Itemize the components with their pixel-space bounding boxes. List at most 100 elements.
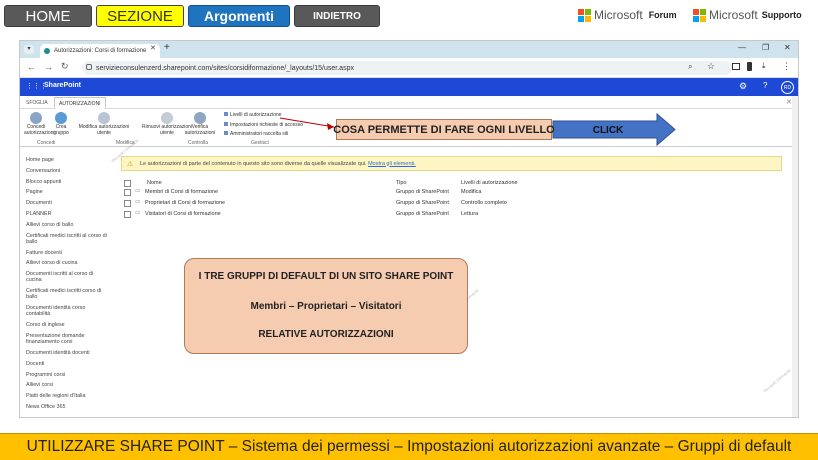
sezione-button[interactable]: SEZIONE	[96, 5, 184, 27]
microsoft-support-brand: Microsoft	[709, 8, 758, 22]
settings-gear-icon[interactable]: ⚙	[739, 81, 747, 92]
new-tab-icon[interactable]: +	[164, 42, 170, 53]
group-name[interactable]: Visitatori di Corsi di formazione	[145, 211, 221, 217]
microsoft-forum-brand: Microsoft	[594, 8, 643, 22]
url-text: servizieconsulenzerd.sharepoint.com/site…	[96, 64, 354, 72]
browser-menu-icon[interactable]: ⋮	[782, 61, 791, 72]
callout-line-2: Membri – Proprietari – Visitatori	[250, 301, 402, 312]
livelli-autorizzazione-button[interactable]: Livelli di autorizzazione	[224, 112, 281, 119]
bookmark-star-icon[interactable]: ☆	[707, 61, 715, 72]
tab-menu-icon[interactable]: ▾	[24, 45, 34, 54]
sidebar-item[interactable]: Allievi corso di cucina	[26, 260, 108, 266]
tab-autorizzazioni[interactable]: AUTORIZZAZIONI	[54, 97, 106, 109]
row-checkbox[interactable]	[124, 200, 131, 207]
group-controlla: Controlla	[188, 140, 209, 146]
sharepoint-suite-bar: ⋮⋮⋮ SharePoint ⚙ ? RD	[20, 78, 798, 96]
sidebar-item[interactable]: Allievi corso di ballo	[26, 222, 108, 228]
browser-tab-bar: ▾ Autorizzazioni: Corsi di formazione ✕ …	[20, 41, 798, 58]
minimize-icon[interactable]: —	[738, 43, 746, 52]
concedi-autorizzazioni-button[interactable]: Concedi autorizzazioni	[24, 112, 55, 136]
group-type: Gruppo di SharePoint	[396, 189, 449, 195]
zoom-icon[interactable]: ⌕	[688, 62, 692, 72]
sidebar-item[interactable]: PLANNER	[26, 211, 108, 217]
sidebar-item[interactable]: Programmi corsi	[26, 372, 108, 378]
permissions-warning-banner: ⚠ Le autorizzazioni di parte del contenu…	[121, 156, 782, 171]
left-navigation: Home page Conversazioni Blocco appunti Pagi…	[26, 157, 108, 415]
row-icon: ▭	[135, 199, 141, 205]
download-icon[interactable]: ⤓	[762, 61, 766, 71]
indietro-button[interactable]: INDIETRO	[294, 5, 380, 27]
sidebar-item[interactable]: Blocco appunti	[26, 179, 108, 185]
column-header-type[interactable]: Tipo	[396, 180, 407, 186]
argomenti-button[interactable]: Argomenti	[188, 5, 290, 27]
site-info-icon[interactable]	[86, 64, 92, 70]
tab-close-icon[interactable]: ✕	[150, 44, 156, 52]
group-name[interactable]: Membri di Corsi di formazione	[145, 189, 218, 195]
column-header-name[interactable]: Nome	[147, 180, 162, 186]
browser-window: ▾ Autorizzazioni: Corsi di formazione ✕ …	[19, 40, 799, 418]
sharepoint-title[interactable]: SharePoint	[44, 82, 81, 89]
permission-levels-icon	[224, 112, 228, 116]
verifica-autorizzazioni-button[interactable]: Verifica autorizzazioni	[182, 112, 218, 136]
row-icon: ▭	[135, 188, 141, 194]
reload-icon[interactable]: ↻	[61, 61, 69, 72]
sidebar-item[interactable]: Documenti identità docenti	[26, 350, 108, 356]
impostazioni-label: Impostazioni richieste di accesso	[230, 122, 304, 128]
select-all-checkbox[interactable]	[124, 180, 131, 187]
sidebar-item[interactable]: Allievi corsi	[26, 382, 108, 388]
sidebar-item[interactable]: Home page	[26, 157, 108, 163]
microsoft-support-label: Supporto	[761, 10, 802, 20]
microsoft-support-link[interactable]: Microsoft Supporto	[693, 8, 802, 22]
remove-permissions-icon	[161, 112, 173, 124]
sidebar-item[interactable]: Docenti	[26, 361, 108, 367]
sidebar-item[interactable]: Documenti iscritti al corso di cucina	[26, 271, 108, 283]
group-gestisci: Gestisci	[251, 140, 269, 146]
group-level: Controllo completo	[461, 200, 507, 206]
sidebar-item[interactable]: Piatti delle regioni d'Italia	[26, 393, 108, 399]
modifica-autorizzazioni-button[interactable]: Modifica autorizzazioni utente	[74, 112, 134, 136]
sidebar-item[interactable]: Documenti	[26, 200, 108, 206]
impostazioni-richieste-button[interactable]: Impostazioni richieste di accesso	[224, 122, 303, 129]
livello-callout: COSA PERMETTE DI FARE OGNI LIVELLO	[333, 119, 555, 140]
help-icon[interactable]: ?	[763, 81, 767, 90]
callout-line-3: RELATIVE AUTORIZZAZIONI	[258, 329, 394, 340]
reading-mode-icon[interactable]	[732, 63, 740, 70]
close-window-icon[interactable]: ✕	[784, 43, 791, 52]
ribbon-tabs: SFOGLIA AUTORIZZAZIONI ✕	[20, 96, 798, 109]
forward-icon[interactable]: →	[44, 62, 53, 72]
crea-gruppo-button[interactable]: Crea gruppo	[52, 112, 70, 136]
home-button[interactable]: HOME	[4, 5, 92, 27]
default-groups-callout: I TRE GRUPPI DI DEFAULT DI UN SITO SHARE…	[184, 258, 468, 354]
sidebar-item[interactable]: Fatture docenti	[26, 250, 108, 256]
sidebar-item[interactable]: Presentazione domande finanziamento cors…	[26, 333, 108, 345]
browser-tab[interactable]: Autorizzazioni: Corsi di formazione	[40, 44, 160, 58]
sidebar-item[interactable]: Documenti identità corso contabilità	[26, 305, 108, 317]
sidebar-item[interactable]: Certificati medici iscritti al corso di …	[26, 233, 108, 245]
sidebar-item[interactable]: Corso di inglese	[26, 322, 108, 328]
sidebar-item[interactable]: News Office 365	[26, 404, 108, 410]
verifica-label: Verifica autorizzazioni	[184, 124, 216, 136]
show-items-link[interactable]: Mostra gli elementi.	[368, 161, 416, 167]
user-avatar[interactable]: RD	[781, 81, 794, 94]
vertical-scrollbar[interactable]	[792, 96, 798, 417]
topic-footer-banner: UTILIZZARE SHARE POINT – Sistema dei per…	[0, 433, 818, 460]
column-header-levels[interactable]: Livelli di autorizzazione	[461, 180, 518, 186]
sharepoint-favicon-icon	[44, 48, 50, 54]
back-icon[interactable]: ←	[27, 62, 36, 72]
address-bar[interactable]: servizieconsulenzerd.sharepoint.com/site…	[82, 61, 732, 75]
amministratori-button[interactable]: Amministratori raccolta siti	[224, 131, 288, 138]
tab-sfoglia[interactable]: SFOGLIA	[26, 100, 48, 106]
group-type: Gruppo di SharePoint	[396, 211, 449, 217]
maximize-icon[interactable]: ❐	[762, 43, 769, 52]
row-checkbox[interactable]	[124, 211, 131, 218]
extensions-icon[interactable]	[747, 62, 752, 71]
row-checkbox[interactable]	[124, 189, 131, 196]
microsoft-forum-link[interactable]: Microsoft Forum	[578, 8, 677, 22]
focus-content-icon[interactable]: ✕	[786, 98, 792, 106]
sidebar-item[interactable]: Certificati medici iscritti corso di bal…	[26, 288, 108, 300]
group-name[interactable]: Proprietari di Corsi di formazione	[145, 200, 225, 206]
callout-line-1: I TRE GRUPPI DI DEFAULT DI UN SITO SHARE…	[198, 271, 454, 282]
sidebar-item[interactable]: Conversazioni	[26, 168, 108, 174]
microsoft-logo-icon	[578, 8, 591, 22]
sidebar-item[interactable]: Pagine	[26, 189, 108, 195]
